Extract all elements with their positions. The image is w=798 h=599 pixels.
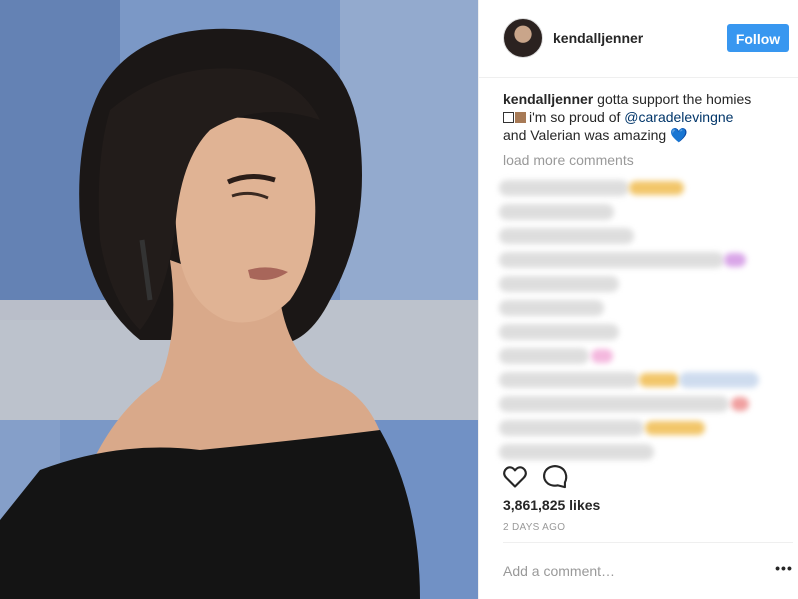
heart-icon[interactable] — [501, 462, 529, 490]
blurred-emoji — [629, 181, 684, 195]
caption-username[interactable]: kendalljenner — [503, 91, 593, 107]
more-options-icon[interactable]: ••• — [773, 559, 795, 583]
caption-mention-link[interactable]: @caradelevingne — [624, 109, 733, 125]
post-photo — [0, 0, 478, 599]
comment-input[interactable] — [503, 557, 743, 585]
post-header: kendalljenner Follow — [479, 0, 798, 78]
blurred-comment — [499, 276, 619, 292]
username-link[interactable]: kendalljenner — [553, 30, 643, 46]
comment-bar: ••• — [503, 542, 793, 598]
blurred-comment — [499, 348, 589, 364]
post-caption: kendalljenner gotta support the homies i… — [503, 90, 783, 144]
load-more-comments-link[interactable]: load more comments — [503, 152, 634, 168]
blurred-emoji — [591, 349, 613, 363]
caption-text-1: gotta support the homies — [593, 91, 752, 107]
photo-illustration — [0, 0, 478, 599]
blurred-emoji — [724, 253, 746, 267]
blurred-emoji — [639, 373, 679, 387]
blurred-comment — [499, 324, 619, 340]
blurred-comment — [499, 420, 644, 436]
post-actions — [479, 460, 798, 494]
blurred-comment — [679, 372, 759, 388]
blurred-comment — [499, 300, 604, 316]
avatar[interactable] — [503, 18, 543, 58]
blurred-comments-list — [499, 172, 764, 462]
likes-count[interactable]: 3,861,825 likes — [503, 497, 600, 513]
blurred-emoji — [645, 421, 705, 435]
post-side-panel: kendalljenner Follow kendalljenner gotta… — [478, 0, 798, 599]
blurred-comment — [499, 228, 634, 244]
post-timestamp[interactable]: 2 DAYS AGO — [503, 522, 565, 533]
blurred-comment — [499, 252, 724, 268]
follow-button[interactable]: Follow — [727, 24, 789, 52]
blurred-comment — [499, 204, 614, 220]
blue-heart-emoji: 💙 — [670, 127, 688, 143]
comment-icon[interactable] — [541, 462, 569, 490]
missing-emoji-glyph — [503, 112, 514, 123]
blurred-comment — [499, 372, 639, 388]
caption-text-3: and Valerian was amazing — [503, 127, 671, 143]
blurred-comment — [499, 444, 654, 460]
blurred-comment — [499, 396, 729, 412]
caption-text-2: i'm so proud of — [529, 109, 625, 125]
blurred-comment — [499, 180, 629, 196]
blurred-emoji — [731, 397, 749, 411]
skin-tone-emoji — [515, 112, 526, 123]
